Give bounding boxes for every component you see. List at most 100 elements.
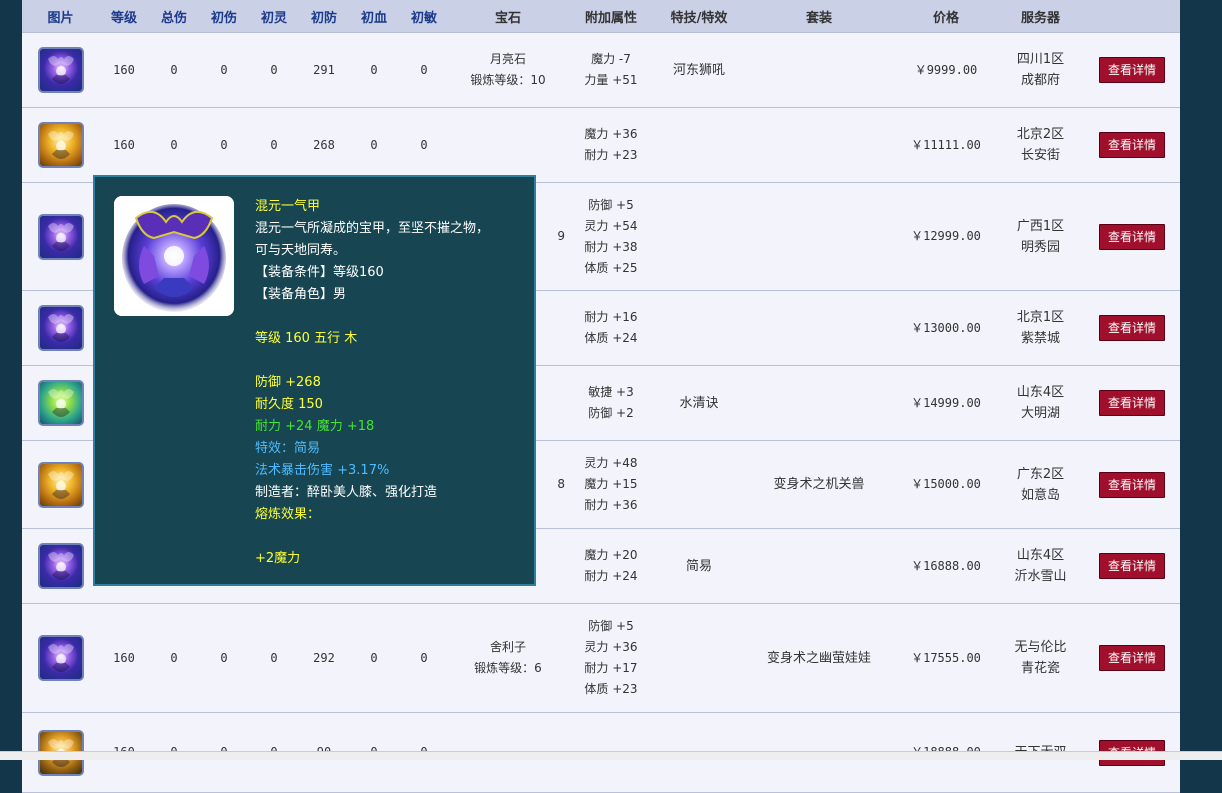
- initial-hp-cell: 0: [349, 603, 399, 713]
- attribute-line: 体质 +24: [584, 331, 638, 345]
- attribute-line: 灵力 +54: [584, 218, 638, 233]
- set-cell: 变身术之幽萤娃娃: [743, 603, 895, 713]
- view-details-button[interactable]: 查看详情: [1099, 390, 1165, 416]
- set-cell: [743, 528, 895, 604]
- table-row: 160 0 0 0 268 0 0 魔力 +36 耐力 +23 ￥11111.00 北京2区 长安街查…: [22, 107, 1180, 183]
- attribute-line: 耐力 +38: [584, 239, 638, 254]
- col-initial-defense-header: 初防: [299, 0, 349, 33]
- col-initial-spirit-header: 初灵: [249, 0, 299, 33]
- tooltip-smelt-value: +2魔力: [255, 551, 301, 566]
- initial-damage-cell: 0: [199, 603, 249, 713]
- attribute-line: 敏捷 +3: [588, 385, 634, 399]
- image-cell: [22, 440, 99, 529]
- initial-hp-cell: 0: [349, 32, 399, 108]
- server-name: 成都府: [1020, 73, 1060, 88]
- item-thumbnail-icon[interactable]: [37, 635, 84, 681]
- price-cell: ￥9999.00: [895, 32, 997, 108]
- total-damage-cell: 0: [149, 603, 199, 713]
- item-thumbnail-icon[interactable]: [37, 461, 84, 508]
- initial-damage-cell: 0: [199, 32, 249, 108]
- skill-cell: 河东狮吼: [655, 32, 743, 108]
- tooltip-level-line: 等级 160 五行 木: [255, 331, 358, 346]
- action-cell: 查看详情: [1084, 107, 1180, 183]
- col-level-header: 等级: [99, 0, 149, 33]
- item-thumbnail-icon[interactable]: [37, 305, 84, 351]
- view-details-button[interactable]: 查看详情: [1099, 553, 1165, 579]
- skill-cell: 水清诀: [655, 365, 743, 441]
- image-cell: [22, 528, 99, 604]
- view-details-button[interactable]: 查看详情: [1099, 223, 1165, 250]
- server-name: 大明湖: [1020, 406, 1060, 421]
- server-region: 北京1区: [1016, 310, 1065, 325]
- tooltip-item-name: 混元一气甲: [255, 199, 321, 214]
- item-thumbnail-icon[interactable]: [37, 47, 84, 93]
- image-cell: [22, 603, 99, 713]
- view-details-button[interactable]: 查看详情: [1099, 57, 1165, 83]
- tooltip-desc-1: 混元一气所凝成的宝甲，至坚不摧之物，: [255, 221, 490, 236]
- image-cell: [22, 32, 99, 108]
- attributes-cell: 敏捷 +3 防御 +2: [567, 365, 655, 441]
- tooltip-text: 混元一气甲 混元一气所凝成的宝甲，至坚不摧之物， 可与天地同寿。 【装备条件】等…: [255, 196, 525, 570]
- gem-cell: [449, 107, 567, 183]
- col-image-header: 图片: [22, 0, 99, 33]
- total-damage-cell: 0: [149, 107, 199, 183]
- server-cell: 山东4区 大明湖: [997, 365, 1084, 441]
- table-header-row: 图片 等级 总伤 初伤 初灵 初防 初血 初敏 宝石 附加属性 特技/特效 套装 价格 服务器: [22, 0, 1180, 33]
- skill-cell: [655, 290, 743, 366]
- server-cell: 四川1区 成都府: [997, 32, 1084, 108]
- server-region: 广西1区: [1016, 218, 1065, 234]
- tooltip-item-image: [114, 196, 234, 316]
- image-cell: [22, 182, 99, 291]
- tooltip-smelt-label: 熔炼效果：: [255, 507, 321, 522]
- tooltip-defense: 防御 +268: [255, 375, 321, 390]
- col-set-header: 套装: [743, 0, 895, 33]
- item-thumbnail-icon[interactable]: [37, 122, 84, 168]
- tooltip-maker: 制造者：醉卧美人膝、强化打造: [255, 485, 438, 500]
- server-name: 明秀园: [1020, 239, 1060, 255]
- skill-cell: [655, 107, 743, 183]
- server-name: 长安街: [1020, 148, 1060, 163]
- skill-cell: [655, 440, 743, 529]
- initial-defense-cell: 292: [299, 603, 349, 713]
- initial-damage-cell: 0: [199, 107, 249, 183]
- price-cell: ￥13000.00: [895, 290, 997, 366]
- attributes-cell: 魔力 +36 耐力 +23: [567, 107, 655, 183]
- price-cell: ￥14999.00: [895, 365, 997, 441]
- view-details-button[interactable]: 查看详情: [1099, 132, 1165, 158]
- skill-cell: [655, 182, 743, 291]
- price-cell: ￥11111.00: [895, 107, 997, 183]
- gem-forge-level: 锻炼等级：10: [470, 73, 546, 87]
- attributes-cell: 防御 +5 灵力 +36 耐力 +17 体质 +23: [567, 603, 655, 713]
- gem-name: 月亮石: [489, 52, 526, 66]
- item-thumbnail-icon[interactable]: [37, 213, 84, 260]
- table-row: 160 0 0 0 291 0 0 月亮石 锻炼等级：10 魔力 -7 力量 +51 河东狮吼 ￥999…: [22, 32, 1180, 108]
- tooltip-desc-2: 可与天地同寿。: [255, 243, 347, 258]
- view-details-button[interactable]: 查看详情: [1099, 315, 1165, 341]
- view-details-button[interactable]: 查看详情: [1099, 645, 1165, 671]
- attribute-line: 耐力 +24: [584, 569, 638, 583]
- attribute-line: 防御 +5: [588, 197, 634, 212]
- set-cell: [743, 32, 895, 108]
- attributes-cell: 魔力 -7 力量 +51: [567, 32, 655, 108]
- price-cell: ￥12999.00: [895, 182, 997, 291]
- col-server-header: 服务器: [997, 0, 1084, 33]
- item-thumbnail-icon[interactable]: [37, 380, 84, 426]
- action-cell: 查看详情: [1084, 32, 1180, 108]
- gem-name: 舍利子: [489, 640, 526, 654]
- set-cell: [743, 290, 895, 366]
- col-price-header: 价格: [895, 0, 997, 33]
- action-cell: 查看详情: [1084, 365, 1180, 441]
- attributes-cell: 灵力 +48 魔力 +15 耐力 +36: [567, 440, 655, 529]
- view-details-button[interactable]: 查看详情: [1099, 471, 1165, 498]
- attribute-line: 灵力 +36: [584, 640, 638, 654]
- initial-defense-cell: 291: [299, 32, 349, 108]
- server-cell: 广西1区明秀园: [997, 182, 1084, 291]
- gem-forge-level: 锻炼等级：6: [474, 661, 542, 675]
- initial-agility-cell: 0: [399, 107, 449, 183]
- item-thumbnail-icon[interactable]: [37, 543, 84, 589]
- set-cell: [743, 107, 895, 183]
- attribute-line: 体质 +23: [584, 682, 638, 696]
- table-row: 160 0 0 0 292 0 0 舍利子 锻炼等级：6 防御 +5 灵力 +36 耐力 +17 体质 …: [22, 603, 1180, 713]
- set-cell: [743, 365, 895, 441]
- initial-agility-cell: 0: [399, 32, 449, 108]
